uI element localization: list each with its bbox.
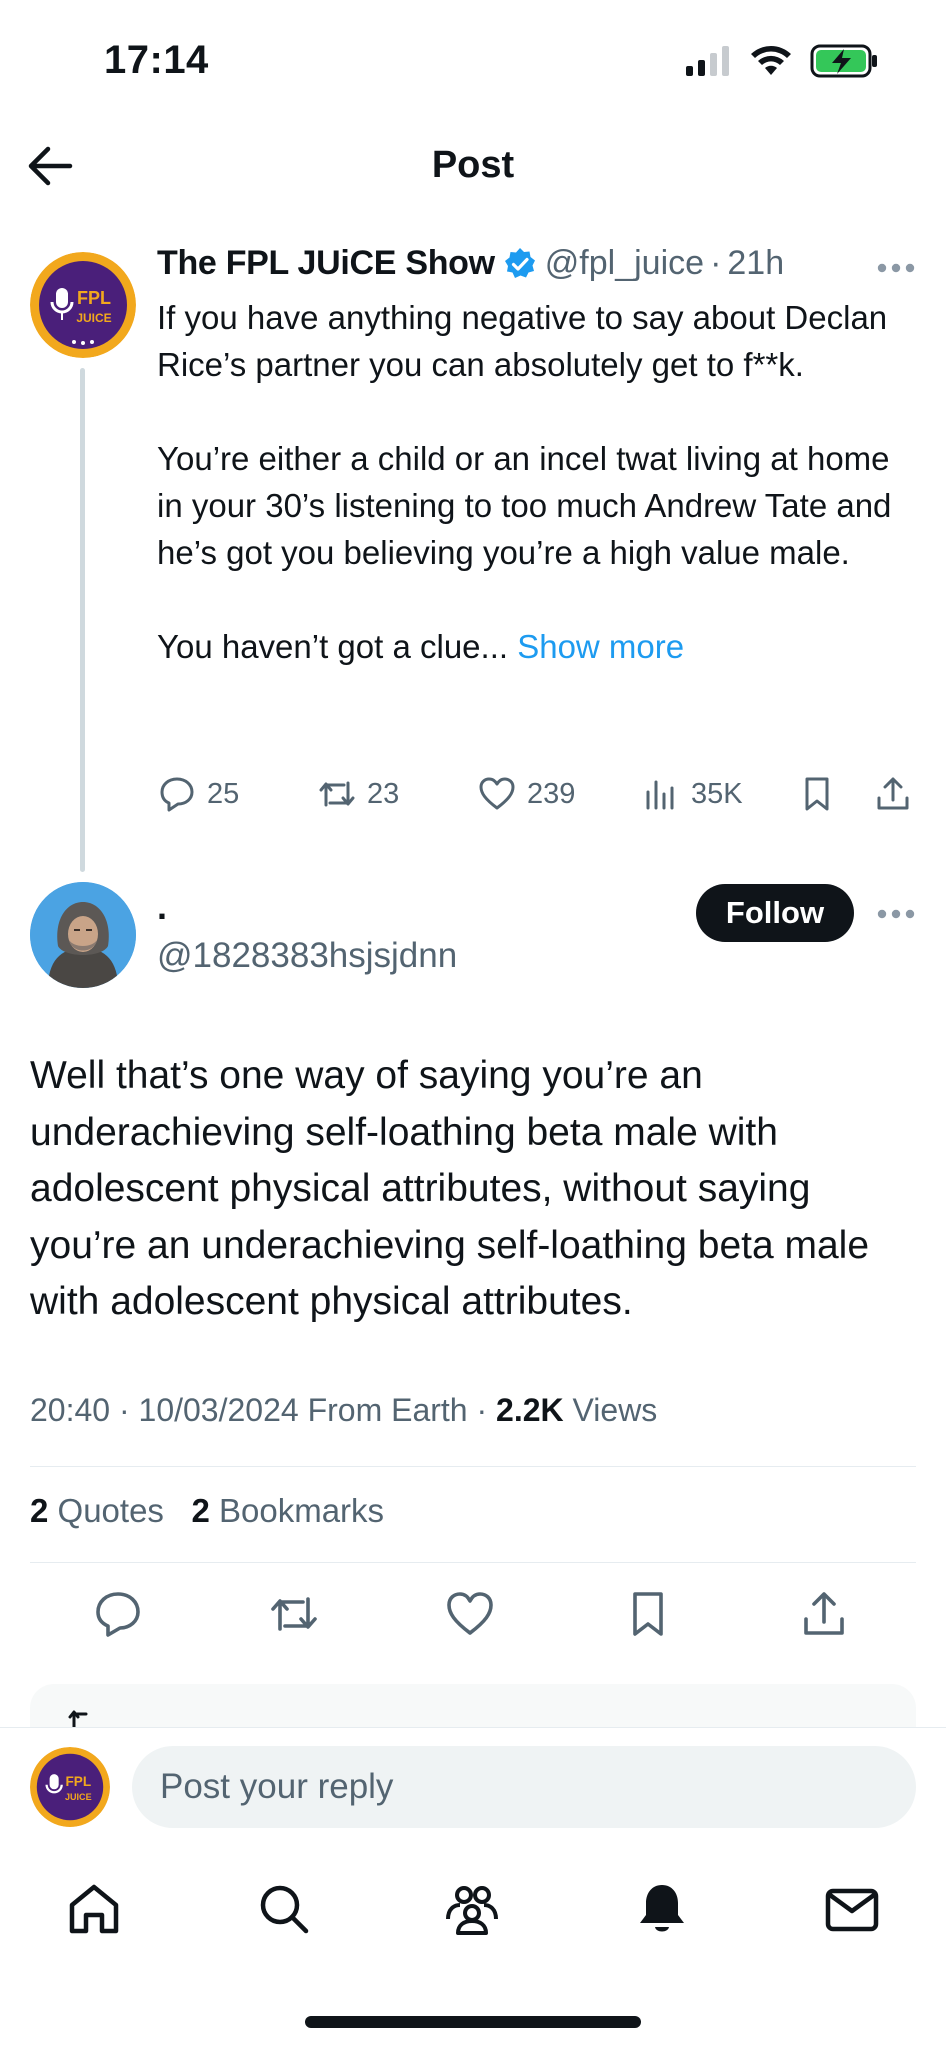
- original-post-actions: 25 23 239 35K: [157, 774, 917, 824]
- tab-search[interactable]: [254, 1879, 314, 1939]
- share-icon: [804, 1592, 844, 1635]
- avatar-logo-text-top: FPL: [65, 1774, 91, 1789]
- repost-indicator-icon: [68, 1710, 88, 1728]
- page-title: Post: [431, 144, 515, 186]
- status-icons: [686, 44, 880, 78]
- bookmark-icon: [633, 1592, 663, 1636]
- bookmark-icon: [805, 777, 829, 811]
- reply-author-avatar[interactable]: [30, 882, 136, 988]
- avatar-logo-text-bottom: JUICE: [65, 1792, 92, 1802]
- author-name[interactable]: The FPL JUiCE Show: [157, 244, 495, 283]
- notifications-icon: [640, 1885, 684, 1932]
- show-more-link[interactable]: Show more: [517, 628, 684, 665]
- reply-post-actions: [0, 1588, 946, 1644]
- tab-home[interactable]: [64, 1879, 124, 1939]
- quotes-label: Quotes: [57, 1492, 164, 1529]
- repost-icon: [271, 1597, 317, 1631]
- post-age: 21h: [727, 244, 785, 282]
- bookmarks-label: Bookmarks: [218, 1492, 385, 1529]
- post-date: 10/03/2024: [138, 1392, 299, 1428]
- meta-separator: ·: [118, 1392, 130, 1428]
- follow-button[interactable]: Follow: [696, 884, 854, 942]
- more-options-icon[interactable]: [876, 908, 916, 920]
- bookmark-button[interactable]: [622, 1588, 674, 1640]
- post-last-line: You haven’t got a clue... Show more: [157, 623, 917, 670]
- reply-post-text: Well that’s one way of saying you’re an …: [30, 1054, 870, 1323]
- original-post-text: If you have anything negative to say abo…: [157, 294, 917, 670]
- reply-input[interactable]: [132, 1746, 916, 1828]
- tab-messages[interactable]: [822, 1879, 882, 1939]
- divider: [30, 1562, 916, 1563]
- messages-icon: [825, 1888, 879, 1932]
- heart-icon: [447, 1592, 493, 1635]
- repost-button[interactable]: [268, 1588, 320, 1640]
- reply-button[interactable]: [92, 1588, 144, 1640]
- home-indicator[interactable]: [305, 2016, 641, 2028]
- nav-bar: Post: [0, 124, 946, 208]
- views-action[interactable]: 35K: [641, 774, 743, 814]
- reply-icon: [160, 777, 194, 812]
- wifi-icon: [751, 46, 791, 75]
- share-button[interactable]: [798, 1588, 850, 1640]
- home-icon: [69, 1884, 119, 1934]
- reply-icon: [96, 1592, 140, 1637]
- author-handle[interactable]: @fpl_juice: [545, 244, 704, 283]
- like-count: 239: [527, 777, 576, 810]
- meta-separator: ·: [476, 1392, 488, 1428]
- next-reply-peek[interactable]: [30, 1684, 916, 1728]
- reply-count: 25: [207, 777, 240, 810]
- tab-communities[interactable]: [442, 1879, 502, 1939]
- post-engagement-stats: 2 Quotes 2 Bookmarks: [30, 1492, 384, 1530]
- verified-badge-icon: [504, 247, 535, 278]
- avatar-logo-text-top: FPL: [77, 288, 111, 308]
- heart-icon: [479, 777, 515, 810]
- post-paragraph: If you have anything negative to say abo…: [157, 299, 888, 383]
- status-time: 17:14: [104, 38, 209, 82]
- current-user-avatar[interactable]: FPL JUICE: [30, 1747, 110, 1827]
- repost-action[interactable]: 23: [317, 774, 399, 814]
- header-separator: ·: [710, 244, 722, 282]
- repost-count: 23: [367, 777, 400, 810]
- bottom-tab-bar: [0, 1845, 946, 1965]
- bookmark-action[interactable]: [797, 774, 837, 814]
- more-options-icon[interactable]: [876, 262, 916, 274]
- views-count: 35K: [691, 777, 743, 810]
- reply-composer: FPL JUICE: [0, 1727, 946, 1845]
- original-post-header: The FPL JUiCE Show @fpl_juice · 21h: [157, 244, 784, 283]
- post-metadata: 20:40 · 10/03/2024 From Earth · 2.2K Vie…: [30, 1392, 657, 1429]
- battery-charging-icon: [810, 44, 877, 78]
- avatar-logo-text-bottom: JUICE: [76, 311, 111, 325]
- post-source: From Earth: [307, 1392, 468, 1428]
- like-action[interactable]: 239: [477, 774, 575, 814]
- search-icon: [260, 1885, 309, 1934]
- divider: [30, 1466, 916, 1467]
- post-time: 20:40: [30, 1392, 111, 1428]
- like-button[interactable]: [444, 1588, 496, 1640]
- thread-line: [80, 368, 85, 872]
- share-icon: [877, 777, 909, 810]
- post-views-count: 2.2K: [496, 1392, 564, 1428]
- views-chart-icon: [646, 780, 674, 810]
- repost-icon: [319, 781, 355, 807]
- status-bar: 17:14: [0, 0, 946, 124]
- post-truncated-text: You haven’t got a clue...: [157, 628, 509, 665]
- tab-notifications[interactable]: [632, 1879, 692, 1939]
- quotes-link[interactable]: 2 Quotes: [30, 1492, 164, 1529]
- reply-action[interactable]: 25: [157, 774, 239, 814]
- reply-handle[interactable]: @1828383hsjsjdnn: [157, 936, 457, 976]
- share-action[interactable]: [873, 774, 913, 814]
- cellular-signal-icon: [686, 46, 729, 76]
- quotes-count: 2: [30, 1492, 49, 1529]
- bookmarks-count: 2: [191, 1492, 210, 1529]
- author-avatar[interactable]: FPL JUICE: [30, 252, 136, 358]
- post-views-label: Views: [572, 1392, 658, 1428]
- bookmarks-link[interactable]: 2 Bookmarks: [191, 1492, 384, 1529]
- communities-icon: [446, 1886, 498, 1935]
- post-paragraph: You’re either a child or an incel twat l…: [157, 440, 892, 571]
- reply-display-name[interactable]: .: [157, 886, 167, 928]
